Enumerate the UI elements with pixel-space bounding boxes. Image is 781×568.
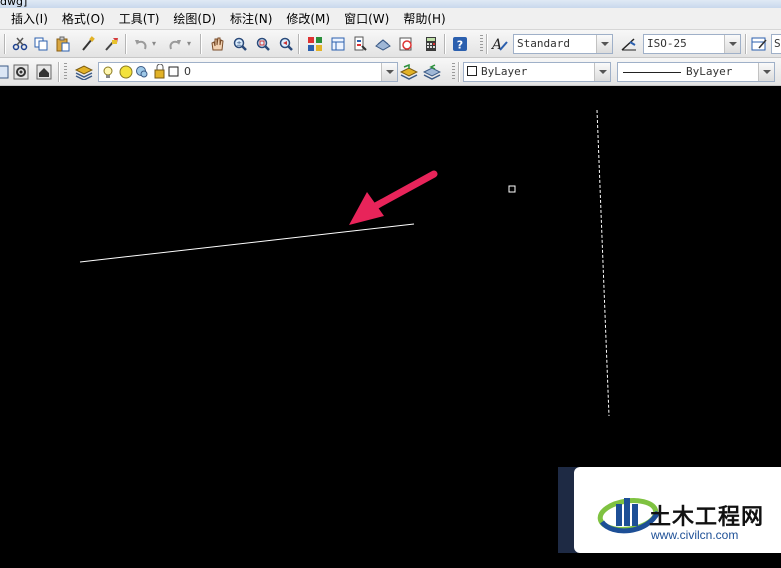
toolbar-separator <box>486 34 488 54</box>
chevron-down-icon[interactable] <box>758 63 774 81</box>
text-style-value: Standard <box>517 37 570 50</box>
redo-dropdown-icon[interactable]: ▾ <box>184 34 194 54</box>
chevron-down-icon[interactable] <box>594 63 610 81</box>
layer-settings-icon[interactable] <box>11 62 31 82</box>
calculator-icon[interactable] <box>421 34 441 54</box>
help-icon[interactable]: ? <box>450 34 470 54</box>
layer-select[interactable]: 0 <box>98 62 398 82</box>
watermark-url: www.civilcn.com <box>651 528 739 542</box>
undo-icon[interactable] <box>131 34 151 54</box>
menu-help[interactable]: 帮助(H) <box>396 8 452 30</box>
chevron-down-icon[interactable] <box>381 63 397 81</box>
undo-dropdown-icon[interactable]: ▾ <box>149 34 159 54</box>
annotation-arrow-icon <box>349 170 438 225</box>
color-swatch <box>467 66 477 76</box>
chevron-down-icon[interactable] <box>724 35 740 53</box>
layer-properties-icon[interactable] <box>74 62 94 82</box>
toolbar-grip[interactable] <box>480 35 483 53</box>
watermark-title: 土木工程网 <box>649 505 765 530</box>
color-value: ByLayer <box>481 65 528 78</box>
color-select[interactable]: ByLayer <box>463 62 611 82</box>
drawing-canvas[interactable]: 土木工程网 www.civilcn.com <box>0 86 781 568</box>
menu-insert[interactable]: 插入(I) <box>4 8 55 30</box>
toolbar-separator <box>58 62 60 82</box>
brush-icon[interactable] <box>101 34 121 54</box>
toolbar-grip[interactable] <box>64 63 67 81</box>
toolbar-separator <box>444 34 446 54</box>
menu-draw[interactable]: 绘图(D) <box>166 8 223 30</box>
toolbar-separator <box>458 62 460 82</box>
linetype-preview <box>623 72 681 73</box>
layer-previous-state-icon[interactable] <box>422 62 442 82</box>
toolbar-separator <box>298 34 300 54</box>
menu-format[interactable]: 格式(O) <box>55 8 112 30</box>
menu-bar: 插入(I) 格式(O) 工具(T) 绘图(D) 标注(N) 修改(M) 窗口(W… <box>0 8 781 30</box>
current-layer-name: 0 <box>184 65 191 78</box>
dashed-line[interactable] <box>596 109 610 417</box>
design-center-icon[interactable] <box>328 34 348 54</box>
linetype-select[interactable]: ByLayer <box>617 62 775 82</box>
toolbar-separator <box>125 34 127 54</box>
sheet-set-icon[interactable] <box>373 34 393 54</box>
redo-icon[interactable] <box>165 34 185 54</box>
toolbar-separator <box>4 34 6 54</box>
menu-window[interactable]: 窗口(W) <box>337 8 396 30</box>
watermark: 土木工程网 www.civilcn.com <box>558 467 781 553</box>
drawn-line[interactable] <box>79 223 415 263</box>
match-properties-icon[interactable] <box>78 34 98 54</box>
zoom-realtime-icon[interactable]: ± <box>230 34 250 54</box>
zoom-window-icon[interactable] <box>253 34 273 54</box>
menu-dimension[interactable]: 标注(N) <box>223 8 279 30</box>
dimension-style-select[interactable]: ISO-25 <box>643 34 741 54</box>
properties-icon[interactable] <box>305 34 325 54</box>
pan-icon[interactable] <box>207 34 227 54</box>
table-style-value: S <box>774 37 781 50</box>
menu-modify[interactable]: 修改(M) <box>279 8 337 30</box>
layer-state-icons <box>102 63 192 80</box>
toolbar-separator <box>200 34 202 54</box>
chevron-down-icon[interactable] <box>596 35 612 53</box>
text-style-select[interactable]: Standard <box>513 34 613 54</box>
watermark-panel: 土木工程网 www.civilcn.com <box>574 467 781 553</box>
svg-text:?: ? <box>457 39 463 52</box>
standard-toolbar: ▾ ▾ ± ? A Standard ISO-25 S <box>0 30 781 58</box>
text-style-icon[interactable]: A <box>490 34 510 54</box>
layers-toolbar: 0 ByLayer ByLayer <box>0 58 781 86</box>
dimension-style-icon[interactable] <box>619 34 639 54</box>
toolbar-separator <box>745 34 747 54</box>
menu-tools[interactable]: 工具(T) <box>112 8 167 30</box>
dimension-style-value: ISO-25 <box>647 37 687 50</box>
linetype-value: ByLayer <box>686 65 733 78</box>
zoom-previous-icon[interactable] <box>276 34 296 54</box>
table-style-select[interactable]: S <box>771 34 781 54</box>
tool-palettes-icon[interactable] <box>350 34 370 54</box>
layer-states-icon[interactable] <box>34 62 54 82</box>
crosshair-pickbox <box>508 185 516 193</box>
make-current-layer-icon[interactable] <box>399 62 419 82</box>
svg-text:±: ± <box>236 40 242 48</box>
cut-icon[interactable] <box>10 34 30 54</box>
copy-icon[interactable] <box>31 34 51 54</box>
paste-icon[interactable] <box>53 34 73 54</box>
toolbar-grip[interactable] <box>452 63 455 81</box>
markup-icon[interactable] <box>396 34 416 54</box>
table-style-icon[interactable] <box>749 34 769 54</box>
